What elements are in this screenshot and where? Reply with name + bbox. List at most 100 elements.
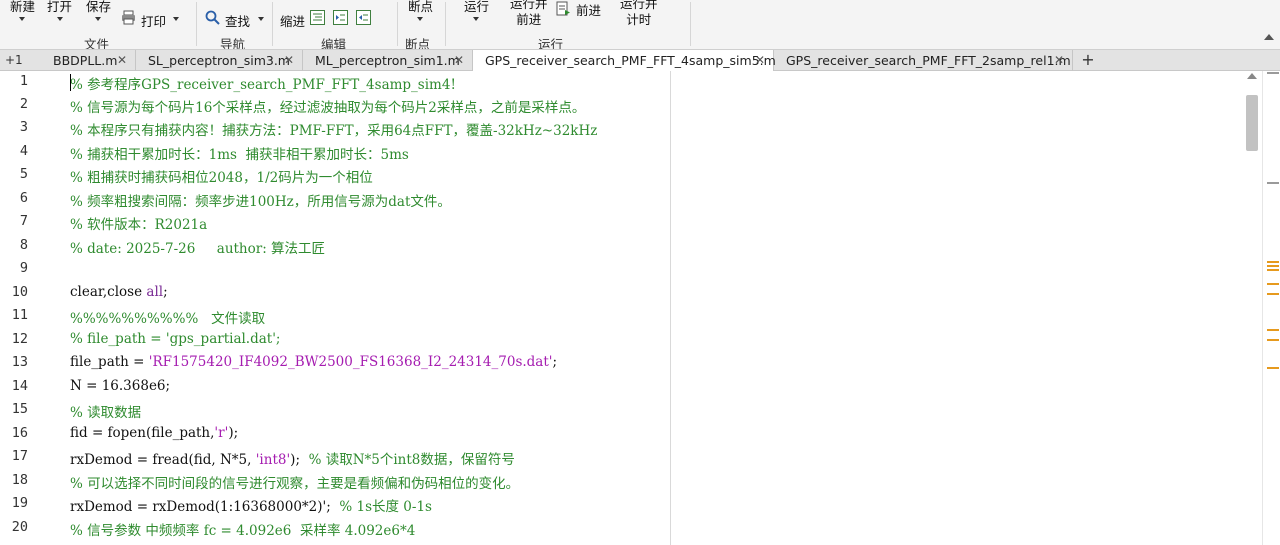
increase-indent-icon[interactable] — [333, 10, 348, 25]
run-dropdown-chevron-icon[interactable] — [473, 17, 479, 21]
save-button-label: 保存 — [86, 0, 112, 14]
analyzer-marker[interactable] — [1267, 293, 1279, 295]
print-dropdown-chevron-icon[interactable] — [173, 17, 179, 21]
analyzer-marker[interactable] — [1267, 182, 1279, 184]
tab-label: GPS_receiver_search_PMF_FFT_4samp_sim5.m — [485, 53, 776, 68]
tab-sl-perceptron-sim3[interactable]: SL_perceptron_sim3.m ✕ — [136, 50, 303, 71]
tab-overflow-indicator[interactable]: +1 — [5, 50, 23, 71]
line-number: 16 — [11, 425, 28, 441]
code-line-20[interactable]: % 信号参数 中频频率 fc = 4.092e6 采样率 4.092e6*4 — [70, 519, 415, 539]
line-number: 14 — [11, 378, 28, 394]
run-button[interactable]: 运行 — [464, 0, 489, 15]
code-line-2[interactable]: % 信号源为每个码片16个采样点，经过滤波抽取为每个码片2采样点，之前是采样点。 — [70, 96, 585, 116]
new-tab-button[interactable]: + — [1078, 50, 1098, 70]
section-divider — [272, 2, 273, 46]
analyzer-marker[interactable] — [1267, 339, 1279, 341]
print-button[interactable]: 打印 — [141, 11, 166, 30]
code-text: ); — [290, 452, 309, 468]
code-line-4[interactable]: % 捕获相干累加时长：1ms 捕获非相干累加时长：5ms — [70, 143, 409, 163]
code-line-18[interactable]: % 可以选择不同时间段的信号进行观察，主要是看频偏和伪码相位的变化。 — [70, 472, 519, 492]
navigate-section-label: 导航 — [220, 37, 246, 49]
new-button-label: 新建 — [10, 0, 36, 14]
code-line-5[interactable]: % 粗捕获时捕获码相位2048，1/2码片为一个相位 — [70, 166, 373, 186]
line-number: 7 — [19, 213, 28, 229]
line-number: 3 — [19, 119, 28, 135]
breakpoint-dropdown-chevron-icon[interactable] — [417, 17, 423, 21]
analyzer-marker[interactable] — [1267, 329, 1279, 331]
close-icon[interactable]: ✕ — [1054, 50, 1064, 71]
code-text: rxDemod = fread(fid, N*5, — [70, 452, 256, 468]
code-line-1[interactable]: % 参考程序GPS_receiver_search_PMF_FFT_4samp_… — [70, 73, 456, 93]
close-icon[interactable]: ✕ — [284, 50, 294, 71]
line-number: 15 — [11, 401, 28, 417]
close-icon[interactable]: ✕ — [454, 50, 464, 71]
run-and-time-label-line2: 计时 — [626, 12, 652, 27]
find-button-label: 查找 — [225, 14, 251, 29]
advance-icon — [556, 1, 571, 16]
decrease-indent-icon[interactable] — [356, 10, 371, 25]
collapse-toolstrip-chevron-up-icon[interactable] — [1264, 34, 1274, 40]
code-analyzer-marker-bar — [1262, 71, 1280, 545]
smart-indent-icon[interactable] — [310, 10, 325, 25]
analyzer-marker[interactable] — [1267, 283, 1279, 285]
indent-button[interactable]: 缩进 — [280, 11, 305, 30]
code-text: rxDemod = rxDemod(1:16368000*2)'; — [70, 499, 340, 515]
close-icon[interactable]: ✕ — [117, 50, 127, 71]
new-button[interactable]: 新建 — [10, 0, 35, 15]
tab-gps-receiver-search-4samp-sim5[interactable]: GPS_receiver_search_PMF_FFT_4samp_sim5.m… — [473, 50, 776, 72]
tab-gps-receiver-search-2samp-rel1[interactable]: GPS_receiver_search_PMF_FFT_2samp_rel1.m… — [774, 50, 1073, 71]
run-and-time-button[interactable]: 运行并 计时 — [620, 0, 658, 28]
tab-label: GPS_receiver_search_PMF_FFT_2samp_rel1.m — [786, 53, 1071, 68]
code-line-15[interactable]: % 读取数据 — [70, 401, 141, 421]
code-line-10[interactable]: clear,close all; — [70, 284, 168, 300]
code-line-3[interactable]: % 本程序只有捕获内容！捕获方法：PMF-FFT，采用64点FFT，覆盖-32k… — [70, 119, 597, 139]
run-and-advance-button[interactable]: 运行并 前进 — [510, 0, 548, 28]
breakpoint-section-label: 断点 — [405, 37, 431, 49]
code-line-19[interactable]: rxDemod = rxDemod(1:16368000*2)'; % 1s长度… — [70, 495, 432, 515]
run-and-advance-label-line2: 前进 — [516, 12, 542, 27]
open-dropdown-chevron-icon[interactable] — [57, 17, 63, 21]
tab-label: ML_perceptron_sim1.m — [315, 53, 460, 68]
new-dropdown-chevron-icon[interactable] — [19, 17, 25, 21]
vertical-scrollbar[interactable] — [1244, 71, 1260, 545]
advance-button[interactable]: 前进 — [576, 0, 601, 19]
edit-section-label: 编辑 — [321, 37, 347, 49]
analyzer-marker[interactable] — [1267, 72, 1279, 74]
open-button-label: 打开 — [47, 0, 73, 14]
run-and-advance-label-line1: 运行并 — [510, 0, 548, 11]
analyzer-marker[interactable] — [1267, 269, 1279, 271]
save-button[interactable]: 保存 — [86, 0, 111, 15]
line-number: 6 — [19, 190, 28, 206]
code-text: ; — [163, 284, 168, 300]
code-line-11[interactable]: %%%%%%%%%% 文件读取 — [70, 307, 265, 327]
tab-bbdpll[interactable]: BBDPLL.m ✕ — [41, 50, 136, 71]
find-button[interactable]: 查找 — [225, 11, 250, 30]
code-line-16[interactable]: fid = fopen(file_path,'r'); — [70, 425, 238, 441]
save-dropdown-chevron-icon[interactable] — [95, 17, 101, 21]
code-line-14[interactable]: N = 16.368e6; — [70, 378, 170, 394]
section-divider — [690, 2, 691, 46]
open-button[interactable]: 打开 — [47, 0, 72, 15]
analyzer-marker[interactable] — [1267, 367, 1279, 369]
code-line-12[interactable]: % file_path = 'gps_partial.dat'; — [70, 331, 280, 347]
scrollbar-thumb[interactable] — [1246, 95, 1258, 151]
code-string: 'int8' — [255, 452, 291, 468]
tab-ml-perceptron-sim1[interactable]: ML_perceptron_sim1.m ✕ — [303, 50, 473, 71]
code-line-6[interactable]: % 频率粗搜索间隔：频率步进100Hz，所用信号源为dat文件。 — [70, 190, 451, 210]
code-line-17[interactable]: rxDemod = fread(fid, N*5, 'int8'); % 读取N… — [70, 448, 515, 468]
find-dropdown-chevron-icon[interactable] — [258, 17, 264, 21]
code-editor[interactable]: 1 2 3 4 5 6 7 8 9 10 11 12 13 14 15 16 1… — [0, 71, 1280, 545]
breakpoint-button[interactable]: 断点 — [408, 0, 433, 15]
analyzer-marker[interactable] — [1267, 261, 1279, 263]
code-line-13[interactable]: file_path = 'RF1575420_IF4092_BW2500_FS1… — [70, 354, 557, 370]
analyzer-marker[interactable] — [1267, 265, 1279, 267]
code-line-7[interactable]: % 软件版本：R2021a — [70, 213, 207, 233]
line-number: 5 — [19, 166, 28, 182]
line-number: 9 — [19, 260, 28, 276]
code-comment: % 1s长度 0-1s — [339, 499, 432, 515]
line-number: 13 — [11, 354, 28, 370]
scroll-up-arrow-icon[interactable] — [1247, 73, 1257, 79]
code-line-8[interactable]: % date: 2025-7-26 author: 算法工匠 — [70, 237, 325, 257]
close-icon[interactable]: ✕ — [755, 50, 765, 71]
code-keyword: all — [146, 284, 164, 300]
